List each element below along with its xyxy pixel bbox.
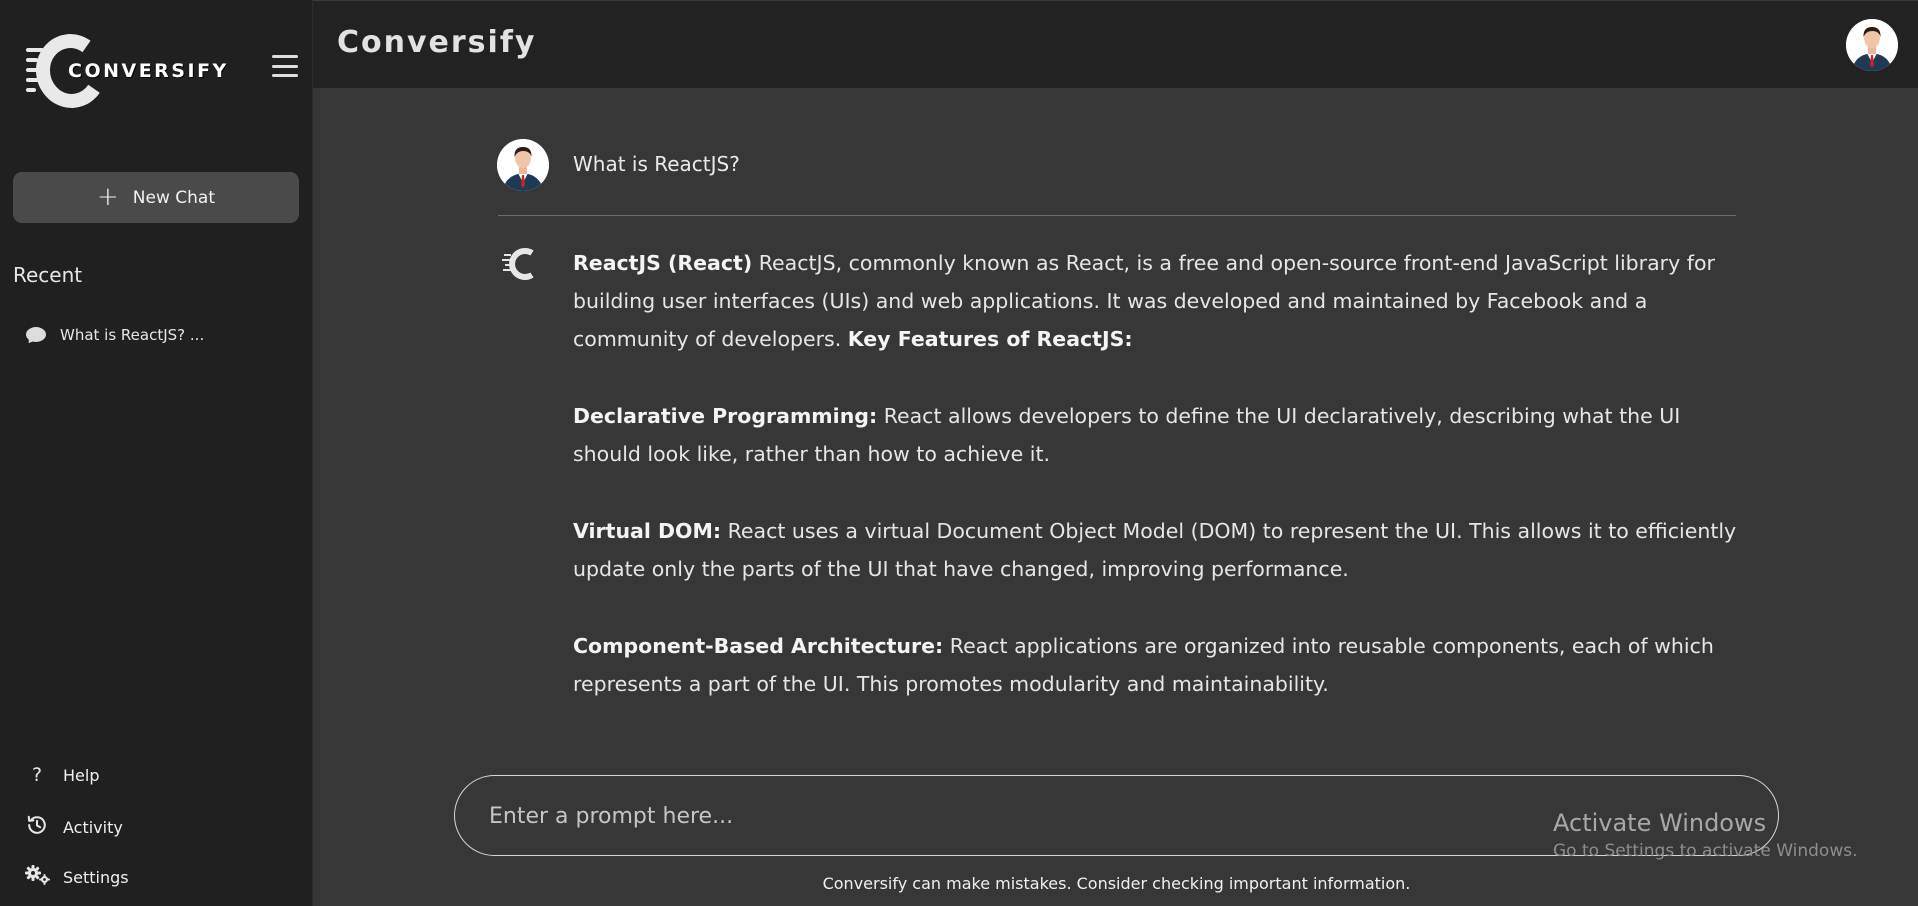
watermark-subtitle: Go to Settings to activate Windows. — [1553, 841, 1858, 861]
user-avatar-icon[interactable] — [1846, 19, 1898, 71]
help-link[interactable]: ? Help — [25, 764, 100, 786]
hamburger-menu-icon[interactable] — [272, 55, 298, 77]
activity-label: Activity — [63, 818, 123, 837]
chat-bubble-icon — [26, 327, 46, 346]
answer-intro: ReactJS (React) ReactJS, commonly known … — [573, 244, 1738, 358]
brand-name: CONVERSIFY — [68, 60, 229, 82]
features-heading: Key Features of ReactJS: — [847, 327, 1133, 351]
page-title: Conversify — [337, 25, 537, 60]
divider — [498, 215, 1736, 216]
plus-icon: + — [96, 181, 119, 212]
disclaimer: Conversify can make mistakes. Consider c… — [822, 874, 1411, 893]
recent-chat-label: What is ReactJS? ... — [60, 326, 205, 344]
recent-heading: Recent — [13, 263, 83, 287]
answer-intro-title: ReactJS (React) — [573, 251, 753, 275]
feature-paragraph: Virtual DOM: React uses a virtual Docume… — [573, 512, 1738, 588]
top-bar: Conversify — [313, 0, 1918, 88]
brand-logo[interactable]: CONVERSIFY — [26, 28, 226, 114]
feature-title: Virtual DOM: — [573, 519, 722, 543]
sidebar: CONVERSIFY + New Chat Recent What is Rea… — [0, 0, 313, 906]
question-mark-icon: ? — [31, 764, 43, 786]
recent-chat-item[interactable]: What is ReactJS? ... — [26, 326, 205, 346]
feature-paragraph: Declarative Programming: React allows de… — [573, 397, 1738, 473]
settings-link[interactable]: Settings — [25, 864, 129, 891]
history-icon — [25, 814, 49, 841]
help-label: Help — [63, 765, 100, 785]
prompt-input[interactable] — [489, 794, 1729, 838]
user-avatar-icon — [497, 139, 549, 191]
gears-icon — [25, 864, 50, 891]
activity-link[interactable]: Activity — [25, 814, 123, 841]
watermark-title: Activate Windows — [1553, 809, 1767, 837]
feature-text: React uses a virtual Document Object Mod… — [573, 519, 1737, 581]
new-chat-button[interactable]: + New Chat — [13, 172, 299, 223]
bot-answer: ReactJS (React) ReactJS, commonly known … — [573, 244, 1738, 742]
feature-title: Declarative Programming: — [573, 404, 878, 428]
activate-windows-watermark: Activate Windows Go to Settings to activ… — [1553, 809, 1858, 861]
conversify-bot-icon — [502, 244, 542, 284]
new-chat-label: New Chat — [132, 187, 215, 208]
settings-label: Settings — [63, 868, 129, 887]
feature-title: Component-Based Architecture: — [573, 634, 944, 658]
feature-paragraph: Component-Based Architecture: React appl… — [573, 627, 1738, 703]
user-question: What is ReactJS? — [573, 152, 740, 176]
